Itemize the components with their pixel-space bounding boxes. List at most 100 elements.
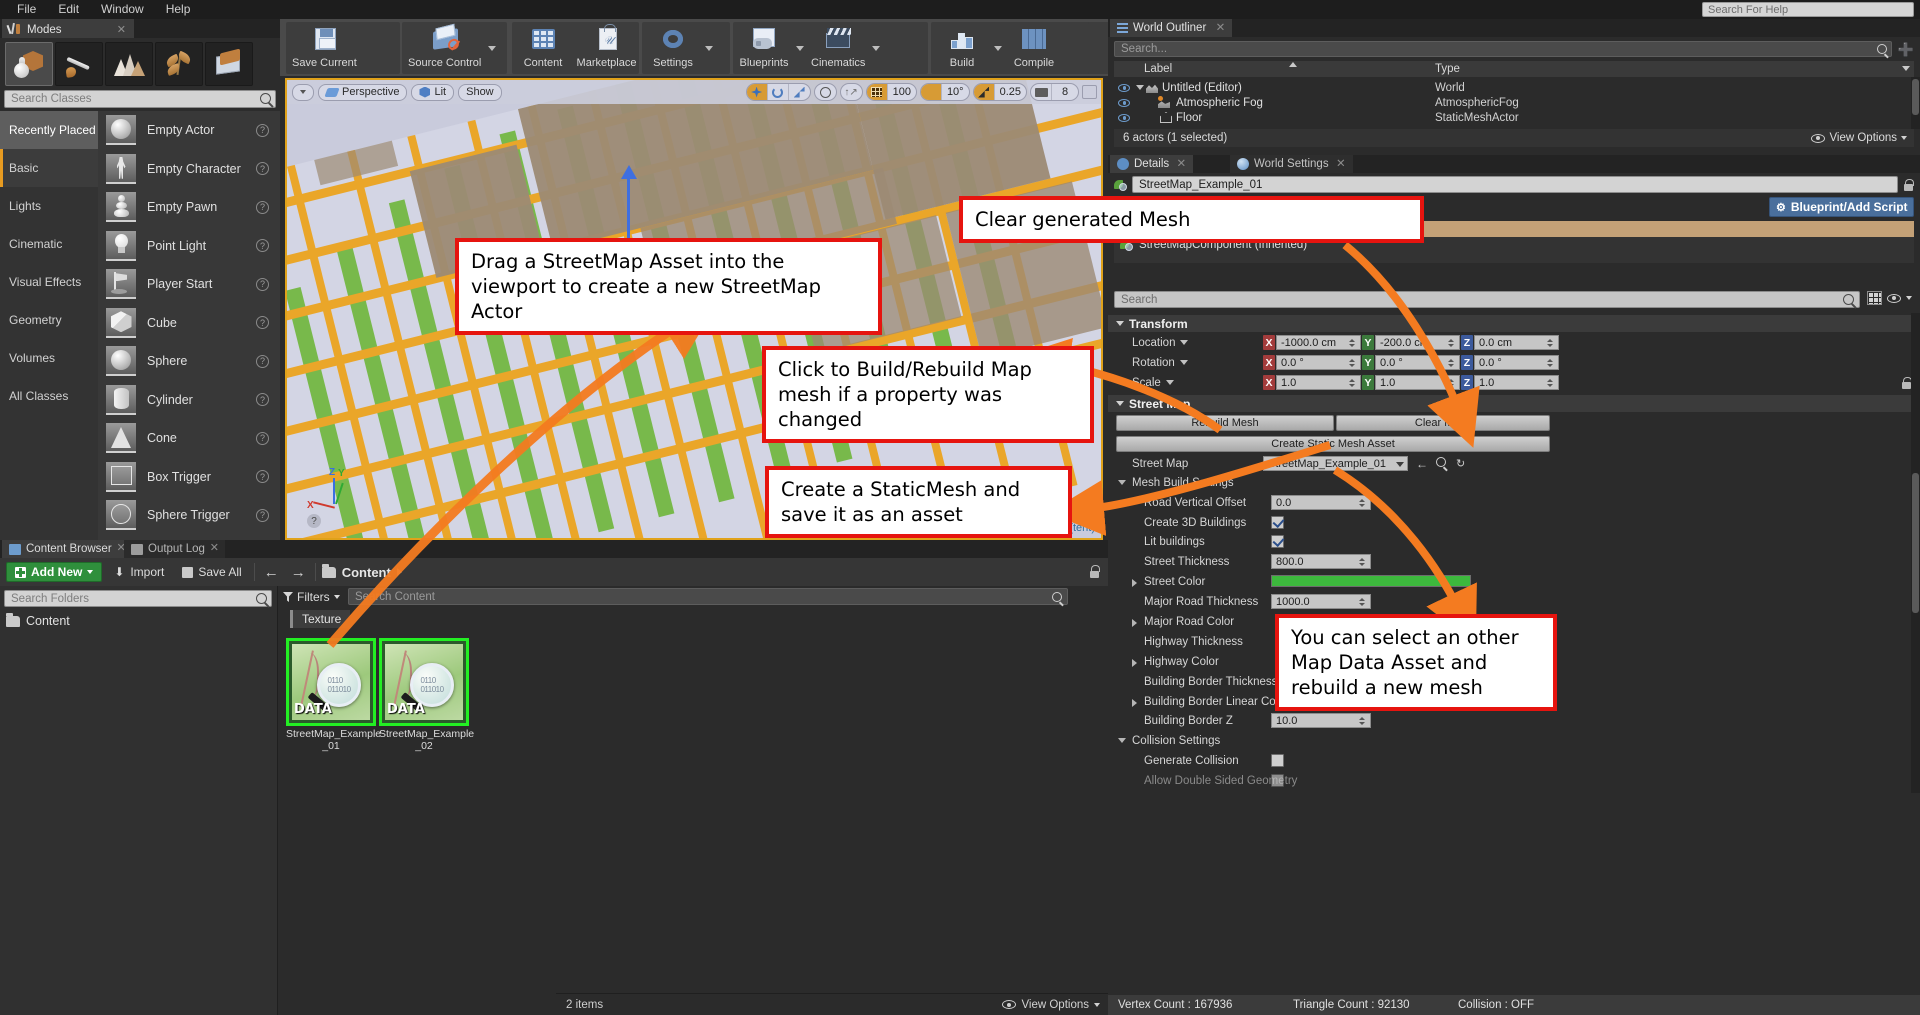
show-button[interactable]: Show xyxy=(458,83,502,101)
column-type[interactable]: Type xyxy=(1435,63,1460,75)
help-icon[interactable]: ? xyxy=(256,277,269,291)
help-icon[interactable]: ? xyxy=(256,123,269,137)
chevron-down-icon[interactable] xyxy=(871,22,881,74)
list-item[interactable]: Box Trigger? xyxy=(98,458,280,497)
content-button[interactable]: Content xyxy=(512,22,574,74)
help-icon[interactable]: ? xyxy=(256,239,269,253)
category-cinematic[interactable]: Cinematic xyxy=(0,225,98,263)
expand-triangle-icon[interactable] xyxy=(1132,579,1137,587)
expand-triangle-icon[interactable] xyxy=(1132,699,1137,707)
tab-modes[interactable]: Modes ✕ xyxy=(2,19,134,38)
list-item[interactable]: Sphere Trigger? xyxy=(98,496,280,535)
section-transform[interactable]: Transform xyxy=(1108,315,1920,332)
compile-button[interactable]: Compile xyxy=(1003,22,1065,74)
close-icon[interactable]: ✕ xyxy=(210,541,219,554)
building-border-z-input[interactable]: 10.0 xyxy=(1271,713,1371,728)
location-y-input[interactable]: -200.0 cm xyxy=(1375,335,1460,350)
chevron-down-icon[interactable] xyxy=(795,22,805,74)
road-vertical-offset-input[interactable]: 0.0 xyxy=(1271,495,1371,510)
section-mesh-build-settings[interactable]: Mesh Build Settings xyxy=(1108,473,1920,492)
outliner-row-floor[interactable]: Floor StaticMeshActor xyxy=(1114,110,1914,125)
list-item[interactable]: Sphere? xyxy=(98,342,280,381)
create-3d-buildings-checkbox[interactable] xyxy=(1271,516,1284,529)
section-collision-settings[interactable]: Collision Settings xyxy=(1108,731,1920,750)
add-actor-icon[interactable]: ➕ xyxy=(1898,42,1914,58)
outliner-scrollbar[interactable] xyxy=(1911,77,1920,129)
help-icon[interactable]: ? xyxy=(256,470,269,484)
clear-mesh-button[interactable]: Clear Mesh xyxy=(1336,415,1550,431)
visibility-eye-icon[interactable] xyxy=(1118,99,1130,107)
list-item[interactable]: Empty Character? xyxy=(98,150,280,189)
landscape-mode-button[interactable] xyxy=(105,42,153,86)
perspective-button[interactable]: Perspective xyxy=(318,83,408,101)
browse-to-asset-icon[interactable] xyxy=(1436,457,1446,470)
menu-help[interactable]: Help xyxy=(155,0,202,19)
menu-window[interactable]: Window xyxy=(90,0,155,19)
rebuild-mesh-button[interactable]: Rebuild Mesh xyxy=(1116,415,1334,431)
paint-mode-button[interactable] xyxy=(55,42,103,86)
active-filter-texture[interactable]: Texture xyxy=(290,610,351,628)
help-icon[interactable]: ? xyxy=(256,393,269,407)
help-icon[interactable]: ? xyxy=(256,200,269,214)
generate-collision-checkbox[interactable] xyxy=(1271,754,1284,767)
tab-details[interactable]: Details ✕ xyxy=(1110,155,1194,173)
close-icon[interactable]: ✕ xyxy=(1177,156,1187,170)
asset-tile[interactable]: 0110 011010 DATA StreetMap_Example _02 xyxy=(379,638,474,752)
use-selected-asset-icon[interactable]: ← xyxy=(1416,457,1428,471)
camera-speed-icon[interactable] xyxy=(1031,84,1052,100)
list-item[interactable]: Point Light? xyxy=(98,227,280,266)
chevron-down-icon[interactable] xyxy=(704,22,714,74)
blueprints-button[interactable]: Blueprints xyxy=(733,22,795,74)
place-mode-button[interactable] xyxy=(5,42,53,86)
list-item[interactable]: Empty Actor? xyxy=(98,111,280,150)
breadcrumb[interactable]: Content xyxy=(321,563,402,580)
eye-icon[interactable] xyxy=(1887,293,1901,303)
surface-snap-icon[interactable]: ↑↗ xyxy=(841,84,862,100)
street-thickness-input[interactable]: 800.0 xyxy=(1271,554,1371,569)
search-classes-input[interactable]: Search Classes xyxy=(4,90,276,108)
expand-triangle-icon[interactable] xyxy=(1132,619,1137,627)
column-label[interactable]: Label xyxy=(1144,63,1172,75)
rotation-x-input[interactable]: 0.0 ° xyxy=(1276,355,1361,370)
source-control-button[interactable]: Source Control xyxy=(402,22,487,74)
major-road-thickness-input[interactable]: 1000.0 xyxy=(1271,594,1371,609)
camera-speed-value[interactable]: 8 xyxy=(1052,86,1078,98)
scale-snap-value[interactable]: 0.25 xyxy=(995,86,1026,98)
chevron-down-icon[interactable] xyxy=(1902,66,1910,71)
lock-icon[interactable] xyxy=(1088,565,1100,578)
actor-name-input[interactable]: StreetMap_Example_01 xyxy=(1132,176,1898,193)
menu-file[interactable]: File xyxy=(6,0,47,19)
tab-world-settings[interactable]: World Settings ✕ xyxy=(1230,155,1353,173)
tab-world-outliner[interactable]: World Outliner ✕ xyxy=(1110,19,1233,37)
location-z-input[interactable]: 0.0 cm xyxy=(1474,335,1559,350)
close-icon[interactable]: ✕ xyxy=(117,23,126,36)
rotation-y-input[interactable]: 0.0 ° xyxy=(1375,355,1460,370)
chevron-down-icon[interactable] xyxy=(487,22,497,74)
close-icon[interactable]: ✕ xyxy=(1216,20,1226,34)
visibility-eye-icon[interactable] xyxy=(1118,84,1130,92)
list-item[interactable]: Empty Pawn? xyxy=(98,188,280,227)
settings-button[interactable]: Settings xyxy=(642,22,704,74)
list-item[interactable]: Cube? xyxy=(98,304,280,343)
expand-triangle-icon[interactable] xyxy=(1132,659,1137,667)
build-button[interactable]: Build xyxy=(931,22,993,74)
folder-tree-item-content[interactable]: Content xyxy=(6,612,70,628)
viewport-options-button[interactable] xyxy=(292,83,314,101)
rotation-snap-value[interactable]: 10° xyxy=(942,86,969,98)
viewport-help-icon[interactable]: ? xyxy=(307,514,321,528)
geometry-mode-button[interactable] xyxy=(205,42,253,86)
cinematics-button[interactable]: Cinematics xyxy=(805,22,871,74)
street-color-swatch[interactable] xyxy=(1271,575,1471,587)
search-folders-input[interactable]: Search Folders xyxy=(4,590,272,607)
category-basic[interactable]: Basic xyxy=(0,149,98,187)
location-x-input[interactable]: -1000.0 cm xyxy=(1276,335,1361,350)
back-arrow-icon[interactable]: ← xyxy=(261,564,282,581)
scale-snap-toggle[interactable] xyxy=(973,84,995,100)
chevron-down-icon[interactable] xyxy=(1906,296,1912,300)
chevron-down-icon[interactable] xyxy=(993,22,1003,74)
blueprint-add-script-button[interactable]: ⚙ Blueprint/Add Script xyxy=(1769,197,1914,217)
list-item[interactable]: Player Start? xyxy=(98,265,280,304)
grid-snap-toggle[interactable] xyxy=(866,84,888,100)
category-geometry[interactable]: Geometry xyxy=(0,301,98,339)
expand-triangle-icon[interactable] xyxy=(1136,85,1144,90)
